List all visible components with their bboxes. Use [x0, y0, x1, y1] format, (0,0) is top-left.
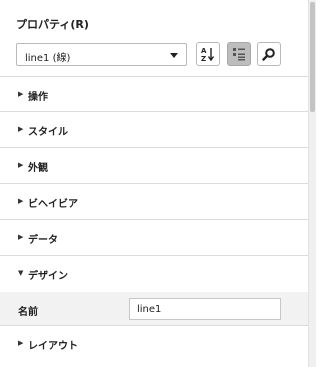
sort-alphabetical-button[interactable]: A Z: [196, 42, 220, 66]
svg-text:Z: Z: [201, 55, 206, 62]
section-label: デザイン: [28, 271, 68, 282]
section-behavior[interactable]: ▶ ビヘイビア: [0, 183, 309, 218]
collapse-arrow-icon: ▼: [18, 269, 24, 277]
section-label: ビヘイビア: [28, 199, 78, 210]
section-design[interactable]: ▼ デザイン: [0, 255, 309, 290]
section-appearance[interactable]: ▶ 外観: [0, 147, 309, 182]
vertical-scrollbar[interactable]: [308, 0, 316, 367]
panel-title: プロパティ(R): [16, 18, 89, 31]
object-select[interactable]: line1 (線): [16, 43, 187, 66]
search-icon: [262, 48, 275, 61]
section-label: スタイル: [28, 127, 68, 138]
section-style[interactable]: ▶ スタイル: [0, 111, 309, 146]
object-select-value: line1 (線): [25, 53, 71, 64]
properties-panel: プロパティ(R) line1 (線) A Z ▶ 操作 ▶ スタイル ▶ 外観 …: [0, 0, 309, 367]
expand-arrow-icon: ▶: [18, 233, 24, 241]
section-label: データ: [28, 235, 58, 246]
chevron-down-icon: [170, 53, 178, 58]
expand-arrow-icon: ▶: [18, 197, 24, 205]
section-label: レイアウト: [28, 341, 78, 352]
scrollbar-thumb[interactable]: [310, 2, 315, 112]
section-data[interactable]: ▶ データ: [0, 219, 309, 254]
property-row-name: 名前: [0, 292, 309, 325]
svg-text:A: A: [201, 47, 207, 55]
expand-arrow-icon: ▶: [18, 125, 24, 133]
categorized-view-icon: [233, 48, 245, 61]
categorized-view-button[interactable]: [227, 42, 251, 66]
section-layout[interactable]: ▶ レイアウト: [0, 325, 309, 360]
section-label: 操作: [28, 92, 48, 103]
sort-alphabetical-icon: A Z: [201, 47, 215, 62]
search-button[interactable]: [257, 42, 281, 66]
section-label: 外観: [28, 163, 48, 174]
expand-arrow-icon: ▶: [18, 339, 24, 347]
property-label: 名前: [18, 307, 38, 318]
name-field[interactable]: [129, 298, 281, 320]
section-operation[interactable]: ▶ 操作: [0, 76, 309, 111]
expand-arrow-icon: ▶: [18, 161, 24, 169]
expand-arrow-icon: ▶: [18, 90, 24, 98]
